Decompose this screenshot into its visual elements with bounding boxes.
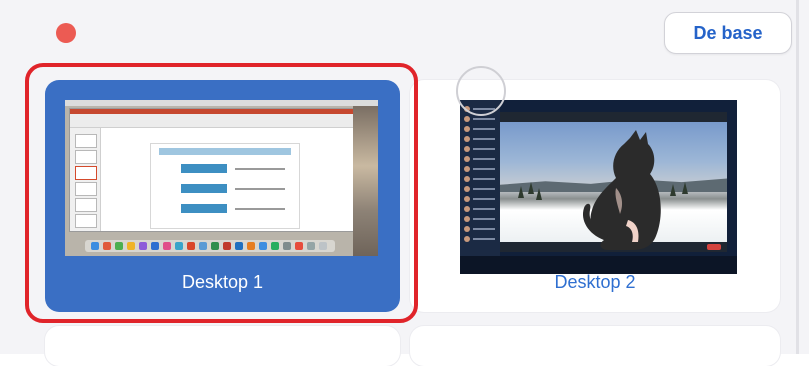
- desktop-1-label: Desktop 1: [181, 272, 264, 292]
- presentation-app-window: [69, 108, 354, 232]
- dock: [85, 240, 335, 252]
- close-window-icon[interactable]: [56, 23, 76, 43]
- share-screen-window: De base Desktop 1 Desktop 2: [0, 0, 809, 366]
- window-edge-divider: [796, 0, 799, 354]
- desktop-2-thumbnail: [460, 100, 737, 274]
- desktop-2-card[interactable]: Desktop 2: [410, 80, 780, 312]
- screen-option-card[interactable]: [45, 326, 400, 366]
- screen-option-card[interactable]: [410, 326, 780, 366]
- desktop-1-thumbnail: [65, 100, 378, 256]
- desktop-2-label: Desktop 2: [554, 272, 636, 292]
- desktop-1-card[interactable]: Desktop 1: [45, 80, 400, 312]
- cat-silhouette-icon: [582, 130, 661, 250]
- cursor-ring-icon: [456, 66, 506, 116]
- slide-preview: [150, 143, 300, 229]
- basic-tab-button[interactable]: De base: [664, 12, 792, 54]
